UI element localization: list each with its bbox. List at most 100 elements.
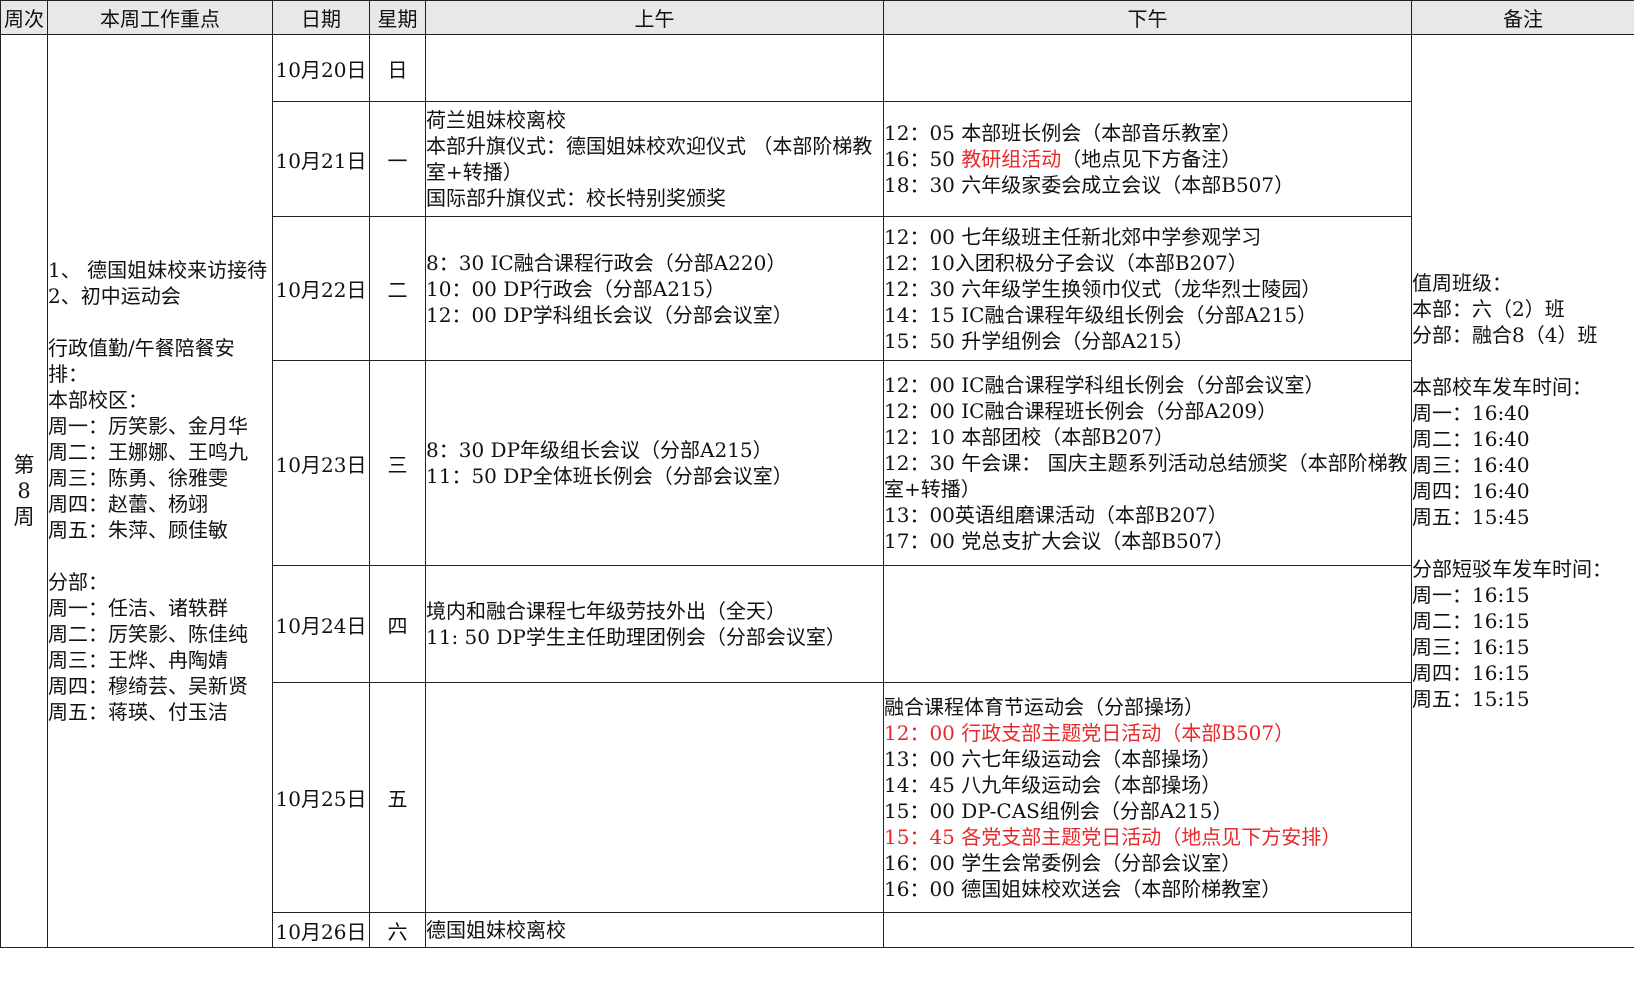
event-line: 15：50 升学组例会（分部A215） [884,328,1194,353]
shuttle-title: 分部短驳车发车时间： [1412,557,1613,581]
header-week: 周次 [0,0,48,35]
afternoon-cell: 12：00 IC融合课程学科组长例会（分部会议室） 12：00 IC融合课程班长… [883,360,1412,566]
header-focus: 本周工作重点 [47,0,273,35]
duty-class-entry: 分部：融合8（4）班 [1412,323,1598,347]
weekday-cell: 六 [369,912,426,948]
shuttle-time: 周二：16:15 [1412,609,1530,633]
event-line: 15：00 DP-CAS组例会（分部A215） [884,798,1233,823]
header-morning: 上午 [425,0,884,35]
duty-title: 行政值勤/午餐陪餐安排： [48,336,235,386]
event-line: 8：30 IC融合课程行政会（分部A220） [426,250,787,275]
morning-cell [425,682,884,913]
duty-entry: 周三：王烨、冉陶婧 [48,648,229,672]
event-line: 境内和融合课程七年级劳技外出（全天） [426,599,787,623]
event-line: 18：30 六年级家委会成立会议（本部B507） [884,173,1295,197]
bus-time: 周一：16:40 [1412,401,1530,425]
event-line: 荷兰姐妹校离校 [426,108,567,132]
afternoon-cell: 12：00 七年级班主任新北郊中学参观学习 12：10入团积极分子会议（本部B2… [883,216,1412,361]
shuttle-time: 周四：16:15 [1412,661,1530,685]
weekday-cell: 二 [369,216,426,361]
afternoon-cell [883,34,1412,102]
week-label-part: 周 [13,505,35,529]
bus-time: 周三：16:40 [1412,453,1530,477]
afternoon-cell: 融合课程体育节运动会（分部操场） 12：00 行政支部主题党日活动（本部B507… [883,682,1412,913]
shuttle-time: 周一：16:15 [1412,583,1530,607]
event-highlight: 教研组活动 [961,147,1062,171]
afternoon-cell: 12：05 本部班长例会（本部音乐教室） 16：50 教研组活动（地点见下方备注… [883,101,1412,217]
afternoon-cell [883,565,1412,683]
event-line: 12：10入团积极分子会议（本部B207） [884,250,1248,275]
date-cell: 10月22日 [272,216,370,361]
duty-entry: 周三：陈勇、徐雅雯 [48,466,229,490]
shuttle-time: 周三：16:15 [1412,635,1530,659]
event-line: 13：00 六七年级运动会（本部操场） [884,746,1222,771]
event-line: 12：00 七年级班主任新北郊中学参观学习 [884,224,1262,249]
focus-item: 1、 德国姐妹校来访接待 [48,258,268,282]
event-line: 12：00 IC融合课程班长例会（分部A209） [884,399,1278,423]
event-line: 14：45 八九年级运动会（本部操场） [884,772,1222,797]
event-line: 12：00 IC融合课程学科组长例会（分部会议室） [884,373,1325,397]
event-line-highlight: 12：00 行政支部主题党日活动（本部B507） [884,720,1295,745]
event-location: （地点见下方备注） [1061,147,1242,171]
event-time: 16：50 [884,147,962,171]
event-line: 11：50 DP全体班长例会（分部会议室） [426,464,793,488]
event-line: 16：00 学生会常委例会（分部会议室） [884,850,1242,875]
date-cell: 10月26日 [272,912,370,948]
date-cell: 10月20日 [272,34,370,102]
date-cell: 10月23日 [272,360,370,566]
event-line: 12：10 本部团校（本部B207） [884,425,1175,449]
duty-entry: 周五：蒋瑛、付玉洁 [48,700,229,724]
event-line: 12：30 午会课： 国庆主题系列活动总结颁奖（本部阶梯教室+转播） [884,451,1408,501]
header-weekday: 星期 [369,0,426,35]
event-line: 融合课程体育节运动会（分部操场） [884,694,1205,719]
duty-entry: 周五：朱萍、顾佳敏 [48,518,229,542]
event-line: 本部升旗仪式：德国姐妹校欢迎仪式 （本部阶梯教室+转播） [426,134,873,184]
event-line-highlight: 15：45 各党支部主题党日活动（地点见下方安排） [884,824,1342,849]
duty-class-title: 值周班级： [1412,271,1513,295]
event-line: 11: 50 DP学生主任助理团例会（分部会议室） [426,625,846,649]
weekday-cell: 三 [369,360,426,566]
shuttle-time: 周五：15:15 [1412,687,1530,711]
header-notes: 备注 [1411,0,1634,35]
morning-cell [425,34,884,102]
focus-item: 2、初中运动会 [48,284,181,308]
schedule-table: 周次 本周工作重点 日期 星期 上午 下午 备注 第 8 周 1、 德国姐妹校来… [0,0,1634,948]
duty-entry: 周四：穆绮芸、吴新贤 [48,674,249,698]
duty-entry: 周一：任洁、诸轶群 [48,596,229,620]
main-campus-title: 本部校区： [48,388,149,412]
weekly-schedule: 周次 本周工作重点 日期 星期 上午 下午 备注 第 8 周 1、 德国姐妹校来… [0,0,1634,984]
event-line: 德国姐妹校离校 [426,918,567,942]
week-label-number: 8 [17,479,31,503]
duty-entry: 周四：赵蕾、杨翊 [48,492,209,516]
morning-cell: 8：30 IC融合课程行政会（分部A220） 10：00 DP行政会（分部A21… [425,216,884,361]
weekly-focus: 1、 德国姐妹校来访接待 2、初中运动会 行政值勤/午餐陪餐安排： 本部校区： … [47,34,273,948]
event-line: 17：00 党总支扩大会议（本部B507） [884,529,1235,553]
day-row: 第 8 周 1、 德国姐妹校来访接待 2、初中运动会 行政值勤/午餐陪餐安排： … [0,34,1634,948]
event-line: 国际部升旗仪式：校长特别奖颁奖 [426,186,727,210]
bus-time: 周二：16:40 [1412,427,1530,451]
afternoon-cell [883,912,1412,948]
event-line: 12：00 DP学科组长会议（分部会议室） [426,302,793,327]
morning-cell: 德国姐妹校离校 [425,912,884,948]
header-row: 周次 本周工作重点 日期 星期 上午 下午 备注 [0,0,1634,35]
duty-entry: 周一：厉笑影、金月华 [48,414,249,438]
morning-cell: 境内和融合课程七年级劳技外出（全天） 11: 50 DP学生主任助理团例会（分部… [425,565,884,683]
event-line: 14：15 IC融合课程年级组长例会（分部A215） [884,302,1318,327]
duty-entry: 周二：厉笑影、陈佳纯 [48,622,249,646]
event-line: 10：00 DP行政会（分部A215） [426,276,726,301]
date-cell: 10月25日 [272,682,370,913]
weekday-cell: 日 [369,34,426,102]
event-line: 16：50 教研组活动（地点见下方备注） [884,146,1411,172]
bus-time: 周四：16:40 [1412,479,1530,503]
morning-cell: 荷兰姐妹校离校 本部升旗仪式：德国姐妹校欢迎仪式 （本部阶梯教室+转播） 国际部… [425,101,884,217]
weekday-cell: 四 [369,565,426,683]
morning-cell: 8：30 DP年级组长会议（分部A215） 11：50 DP全体班长例会（分部会… [425,360,884,566]
branch-title: 分部： [48,570,109,594]
weekday-cell: 一 [369,101,426,217]
week-label: 第 8 周 [0,34,48,948]
bus-time: 周五：15:45 [1412,505,1530,529]
event-line: 16：00 德国姐妹校欢送会（本部阶梯教室） [884,876,1282,901]
event-line: 12：30 六年级学生换领巾仪式（龙华烈士陵园） [884,276,1322,301]
bus-title: 本部校车发车时间： [1412,375,1593,399]
duty-entry: 周二：王娜娜、王鸣九 [48,440,249,464]
